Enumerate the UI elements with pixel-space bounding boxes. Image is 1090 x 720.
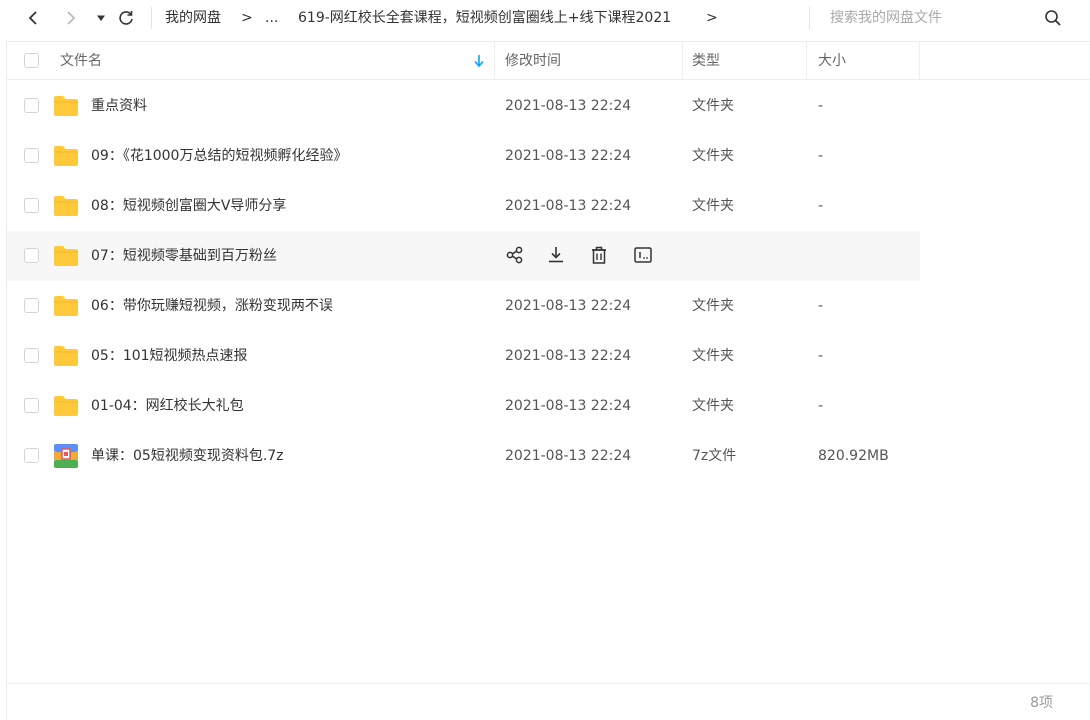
column-name-label: 文件名 xyxy=(60,53,102,69)
refresh-button[interactable] xyxy=(114,6,138,30)
row-checkbox[interactable] xyxy=(24,448,39,463)
file-name[interactable]: 单课：05短视频变现资料包.7z xyxy=(91,445,284,467)
chevron-right-icon xyxy=(67,11,76,25)
caret-down-icon xyxy=(97,15,105,21)
column-modified-label: 修改时间 xyxy=(505,53,561,69)
list-header: 文件名 修改时间 类型 大小 xyxy=(7,42,1090,80)
file-size: - xyxy=(818,298,824,314)
file-size: 820.92MB xyxy=(818,448,889,464)
file-row[interactable]: 单课：05短视频变现资料包.7z 2021-08-13 22:24 7z文件 820.… xyxy=(7,431,920,481)
file-size: - xyxy=(818,148,824,164)
breadcrumb-root[interactable]: 我的网盘 xyxy=(165,8,221,28)
folder-icon xyxy=(53,344,79,368)
modified-time: 2021-08-13 22:24 xyxy=(505,98,632,114)
refresh-icon xyxy=(119,11,133,25)
file-row[interactable]: 01-04：网红校长大礼包 2021-08-13 22:24 文件夹 - xyxy=(7,381,920,431)
file-name[interactable]: 06：带你玩赚短视频，涨粉变现两不误 xyxy=(91,295,333,317)
history-dropdown-button[interactable] xyxy=(89,6,113,30)
search-divider xyxy=(809,7,810,29)
folder-icon xyxy=(53,244,79,268)
file-name[interactable]: 09：《花1000万总结的短视频孵化经验》 xyxy=(91,145,347,167)
chevron-left-icon xyxy=(28,11,37,25)
file-type: 文件夹 xyxy=(692,298,734,314)
file-list-panel: 文件名 修改时间 类型 大小 重点资料 2021-08-13 22:24 文件夹 -0… xyxy=(6,41,1090,720)
file-name[interactable]: 05：101短视频热点速报 xyxy=(91,345,248,367)
folder-icon xyxy=(53,144,79,168)
folder-icon xyxy=(53,394,79,418)
column-type-header[interactable]: 类型 xyxy=(683,42,807,80)
file-name[interactable]: 08：短视频创富圈大V导师分享 xyxy=(91,195,286,217)
nav-divider xyxy=(151,7,152,29)
item-count: 8项 xyxy=(1030,695,1053,711)
forward-button[interactable] xyxy=(58,6,82,30)
column-name-header[interactable]: 文件名 xyxy=(7,42,495,80)
back-button[interactable] xyxy=(22,6,46,30)
file-size: - xyxy=(818,348,824,364)
breadcrumb-ellipsis[interactable]: ... xyxy=(265,8,278,28)
modified-time: 2021-08-13 22:24 xyxy=(505,198,632,214)
file-name[interactable]: 07：短视频零基础到百万粉丝 xyxy=(91,245,277,267)
file-row[interactable]: 06：带你玩赚短视频，涨粉变现两不误 2021-08-13 22:24 文件夹 - xyxy=(7,281,920,331)
column-modified-header[interactable]: 修改时间 xyxy=(495,42,683,80)
scrollbar[interactable] xyxy=(1084,42,1090,682)
modified-time: 2021-08-13 22:24 xyxy=(505,348,632,364)
modified-time: 2021-08-13 22:24 xyxy=(505,398,632,414)
share-icon[interactable] xyxy=(504,244,526,266)
file-type: 文件夹 xyxy=(692,98,734,114)
file-row[interactable]: 05：101短视频热点速报 2021-08-13 22:24 文件夹 - xyxy=(7,331,920,381)
sort-arrow-down-icon xyxy=(474,55,484,68)
delete-icon[interactable] xyxy=(588,244,610,266)
status-bar: 8项 xyxy=(7,683,1090,720)
column-size-header[interactable]: 大小 xyxy=(807,42,920,80)
file-type: 文件夹 xyxy=(692,148,734,164)
file-row[interactable]: 07：短视频零基础到百万粉丝 xyxy=(7,231,920,281)
file-size: - xyxy=(818,98,824,114)
row-checkbox[interactable] xyxy=(24,398,39,413)
breadcrumb-separator: > xyxy=(241,10,253,26)
row-checkbox[interactable] xyxy=(24,348,39,363)
modified-time: 2021-08-13 22:24 xyxy=(505,298,632,314)
file-size: - xyxy=(818,398,824,414)
rename-icon[interactable] xyxy=(632,244,654,266)
archive-icon xyxy=(53,443,79,468)
file-type: 7z文件 xyxy=(692,448,737,464)
file-type: 文件夹 xyxy=(692,348,734,364)
search-box xyxy=(820,2,1070,34)
download-icon[interactable] xyxy=(545,244,567,266)
column-type-label: 类型 xyxy=(692,53,720,69)
column-size-label: 大小 xyxy=(818,53,846,69)
top-nav-bar: 我的网盘 > ... 619-网红校长全套课程，短视频创富圈线上+线下课程202… xyxy=(0,0,1090,36)
folder-icon xyxy=(53,94,79,118)
row-checkbox[interactable] xyxy=(24,148,39,163)
breadcrumb-current[interactable]: 619-网红校长全套课程，短视频创富圈线上+线下课程2021 xyxy=(298,8,671,28)
file-size: - xyxy=(818,198,824,214)
modified-time: 2021-08-13 22:24 xyxy=(505,148,632,164)
row-checkbox[interactable] xyxy=(24,248,39,263)
file-type: 文件夹 xyxy=(692,398,734,414)
row-checkbox[interactable] xyxy=(24,298,39,313)
search-icon[interactable] xyxy=(1043,8,1063,28)
folder-icon xyxy=(53,194,79,218)
breadcrumb-separator: > xyxy=(706,10,718,26)
search-input[interactable] xyxy=(830,8,1030,28)
file-type: 文件夹 xyxy=(692,198,734,214)
modified-time: 2021-08-13 22:24 xyxy=(505,448,632,464)
file-name[interactable]: 01-04：网红校长大礼包 xyxy=(91,395,244,417)
file-row[interactable]: 08：短视频创富圈大V导师分享 2021-08-13 22:24 文件夹 - xyxy=(7,181,920,231)
row-checkbox[interactable] xyxy=(24,198,39,213)
file-row[interactable]: 重点资料 2021-08-13 22:24 文件夹 - xyxy=(7,81,920,131)
folder-icon xyxy=(53,294,79,318)
file-row[interactable]: 09：《花1000万总结的短视频孵化经验》 2021-08-13 22:24 文件夹… xyxy=(7,131,920,181)
row-checkbox[interactable] xyxy=(24,98,39,113)
file-name[interactable]: 重点资料 xyxy=(91,95,147,117)
